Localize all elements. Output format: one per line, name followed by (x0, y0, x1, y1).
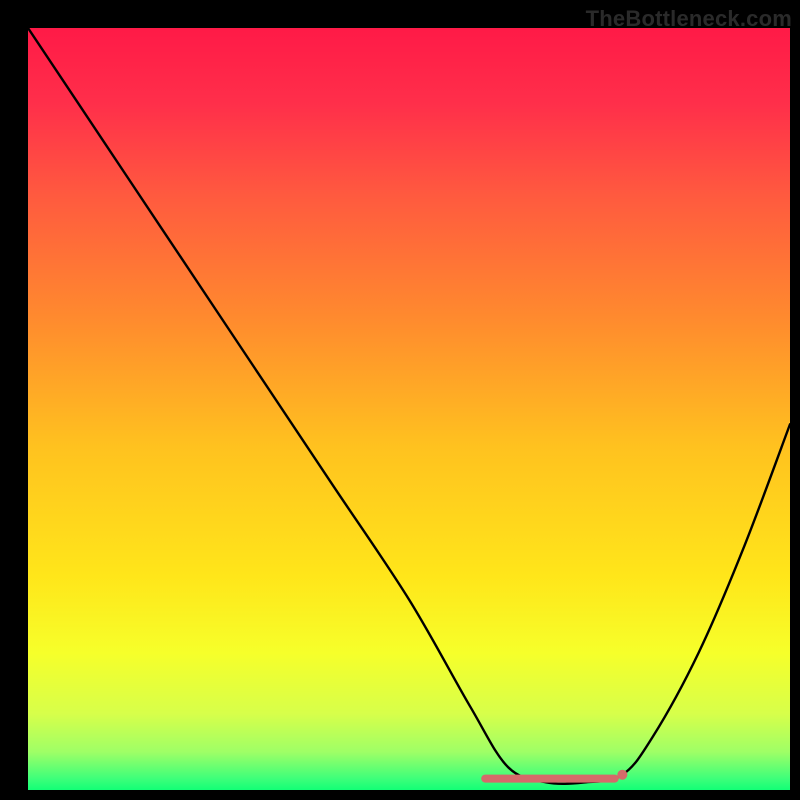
plot-area (28, 28, 790, 790)
curve-layer (28, 28, 790, 790)
chart-stage: TheBottleneck.com (0, 0, 800, 800)
minimum-marker (617, 770, 627, 780)
bottleneck-curve (28, 28, 790, 784)
watermark-text: TheBottleneck.com (586, 6, 792, 32)
